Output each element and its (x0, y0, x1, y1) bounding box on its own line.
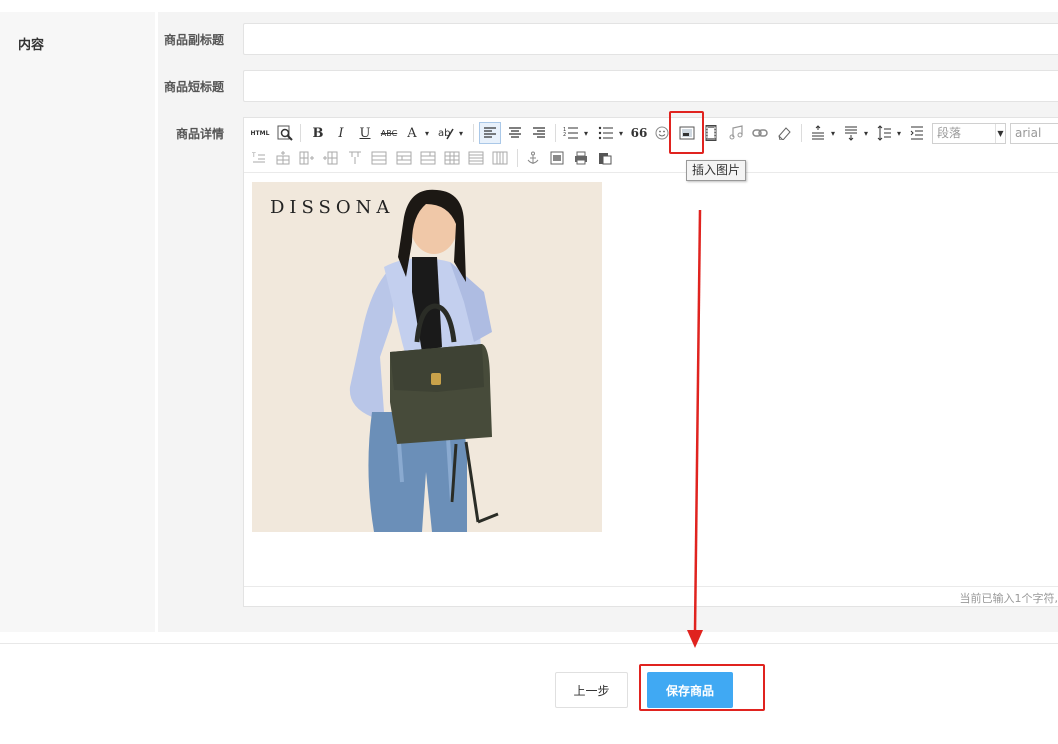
annotation-arrow (687, 209, 703, 648)
page: 内容 商品副标题 商品短标题 商品详情 HTML B I U ABC A ▾ a… (0, 0, 1058, 744)
